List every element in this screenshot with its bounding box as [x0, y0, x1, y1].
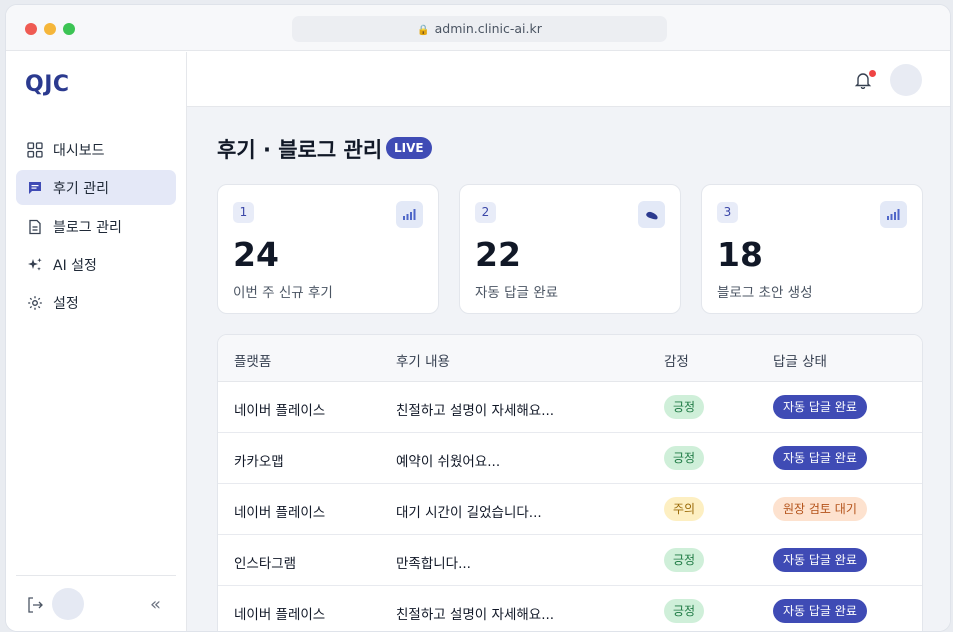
- sentiment-badge: 긍정: [664, 599, 704, 623]
- sidebar-item-settings[interactable]: 설정: [16, 285, 176, 320]
- sentiment-badge: 주의: [664, 497, 704, 521]
- status-badge: 자동 답글 완료: [773, 395, 867, 419]
- sidebar-item-label: 설정: [53, 295, 79, 312]
- review-content-cell: 예약이 쉬웠어요...: [396, 454, 501, 470]
- column-header-content[interactable]: 후기 내용: [396, 350, 450, 370]
- close-window-button[interactable]: [25, 23, 37, 35]
- chat-icon: [26, 179, 44, 197]
- review-content-cell: 친절하고 설명이 자세해요...: [396, 403, 555, 419]
- stat-value: 18: [717, 235, 763, 274]
- sidebar-item-label: AI 설정: [53, 257, 97, 274]
- sidebar-item-label: 블로그 관리: [53, 219, 122, 236]
- platform-cell: 인스타그램: [234, 556, 297, 572]
- table-row[interactable]: 인스타그램 만족합니다... 긍정 자동 답글 완료: [218, 535, 922, 586]
- table-row[interactable]: 네이버 플레이스 친절하고 설명이 자세해요... 긍정 자동 답글 완료: [218, 382, 922, 433]
- column-header-platform[interactable]: 플랫폼: [234, 350, 271, 370]
- sidebar: QJC 대시보드 후기 관리 블로그 관리 AI 설정 설정 «: [6, 52, 187, 631]
- sentiment-badge: 긍정: [664, 548, 704, 572]
- stat-card-new-reviews: 1 24 이번 주 신규 후기: [217, 184, 439, 314]
- table-row[interactable]: 네이버 플레이스 친절하고 설명이 자세해요... 긍정 자동 답글 완료: [218, 586, 922, 631]
- review-content-cell: 만족합니다...: [396, 556, 471, 572]
- platform-cell: 네이버 플레이스: [234, 403, 326, 419]
- table-row[interactable]: 네이버 플레이스 대기 시간이 길었습니다... 주의 원장 검토 대기: [218, 484, 922, 535]
- sidebar-item-blog[interactable]: 블로그 관리: [16, 209, 176, 244]
- top-bar: [187, 52, 950, 107]
- sidebar-item-label: 대시보드: [53, 142, 105, 159]
- stat-value: 22: [475, 235, 521, 274]
- logout-icon[interactable]: [26, 596, 46, 616]
- status-badge: 자동 답글 완료: [773, 599, 867, 623]
- address-bar[interactable]: 🔒 admin.clinic-ai.kr: [292, 16, 667, 42]
- bar-chart-icon: [880, 201, 907, 228]
- maximize-window-button[interactable]: [63, 23, 75, 35]
- browser-window: 🔒 admin.clinic-ai.kr QJC 대시보드 후기 관리 블로그 관…: [5, 4, 951, 632]
- avatar[interactable]: [890, 64, 922, 96]
- review-content-cell: 대기 시간이 길었습니다...: [396, 505, 542, 521]
- status-badge: 원장 검토 대기: [773, 497, 867, 521]
- stat-card-auto-replies: 2 22 자동 답글 완료: [459, 184, 681, 314]
- status-badge: 자동 답글 완료: [773, 446, 867, 470]
- sidebar-item-dashboard[interactable]: 대시보드: [16, 132, 176, 167]
- column-header-status[interactable]: 답글 상태: [773, 350, 827, 370]
- review-content-cell: 친절하고 설명이 자세해요...: [396, 607, 555, 623]
- platform-cell: 네이버 플레이스: [234, 607, 326, 623]
- stat-label: 자동 답글 완료: [475, 285, 559, 301]
- stat-index: 2: [475, 202, 496, 223]
- url-text: admin.clinic-ai.kr: [434, 21, 542, 36]
- page-title: 후기 · 블로그 관리: [217, 138, 383, 162]
- live-badge: LIVE: [386, 137, 432, 159]
- stat-index: 1: [233, 202, 254, 223]
- status-badge: 자동 답글 완료: [773, 548, 867, 572]
- sentiment-badge: 긍정: [664, 395, 704, 419]
- sparkle-icon: [26, 256, 44, 274]
- gear-icon: [26, 294, 44, 312]
- sidebar-footer: «: [16, 575, 176, 631]
- minimize-window-button[interactable]: [44, 23, 56, 35]
- browser-titlebar: 🔒 admin.clinic-ai.kr: [6, 5, 950, 51]
- app-logo[interactable]: QJC: [25, 72, 70, 97]
- document-icon: [26, 218, 44, 236]
- bar-chart-icon: [396, 201, 423, 228]
- table-header: 플랫폼 후기 내용 감정 답글 상태: [218, 335, 922, 382]
- sidebar-item-reviews[interactable]: 후기 관리: [16, 170, 176, 205]
- reviews-table: 플랫폼 후기 내용 감정 답글 상태 네이버 플레이스 친절하고 설명이 자세해…: [217, 334, 923, 631]
- collapse-sidebar-icon[interactable]: «: [150, 594, 161, 615]
- dashboard-icon: [26, 141, 44, 159]
- lock-icon: 🔒: [417, 25, 430, 36]
- stat-value: 24: [233, 235, 279, 274]
- main-content: 후기 · 블로그 관리 LIVE 1 24 이번 주 신규 후기 2 22 자동…: [187, 52, 950, 631]
- stat-card-blog-drafts: 3 18 블로그 초안 생성: [701, 184, 923, 314]
- table-row[interactable]: 카카오맵 예약이 쉬웠어요... 긍정 자동 답글 완료: [218, 433, 922, 484]
- column-header-sentiment[interactable]: 감정: [664, 350, 689, 370]
- platform-cell: 카카오맵: [234, 454, 284, 470]
- sidebar-item-label: 후기 관리: [53, 180, 109, 197]
- sentiment-badge: 긍정: [664, 446, 704, 470]
- stat-index: 3: [717, 202, 738, 223]
- notification-dot: [869, 70, 876, 77]
- pill-icon: [638, 201, 665, 228]
- avatar[interactable]: [52, 588, 84, 620]
- stat-label: 이번 주 신규 후기: [233, 285, 333, 301]
- sidebar-item-ai-settings[interactable]: AI 설정: [16, 247, 176, 282]
- platform-cell: 네이버 플레이스: [234, 505, 326, 521]
- stat-label: 블로그 초안 생성: [717, 285, 813, 301]
